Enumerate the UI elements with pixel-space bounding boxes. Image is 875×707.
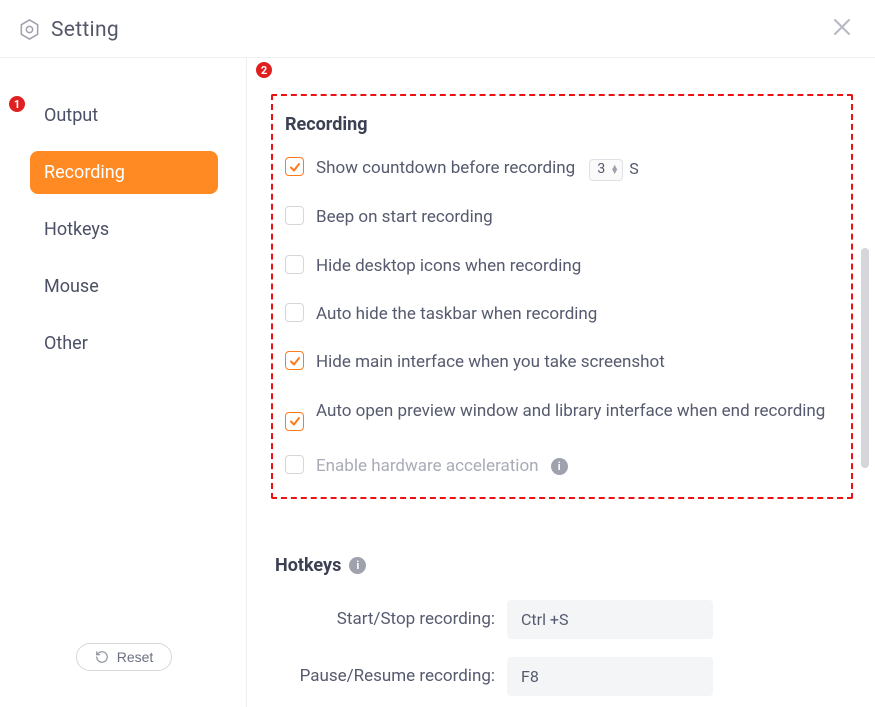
- reset-button[interactable]: Reset: [76, 643, 173, 671]
- sidebar-item-hotkeys[interactable]: Hotkeys: [30, 208, 218, 251]
- spinner-arrows: ▲ ▼: [610, 166, 619, 174]
- header-left: Setting: [18, 18, 119, 42]
- option-hw-accel-label: Enable hardware acceleration i: [316, 453, 568, 479]
- hotkey-input-start-stop[interactable]: Ctrl +S: [507, 600, 713, 639]
- close-button[interactable]: [829, 14, 855, 45]
- checkbox-hide-taskbar[interactable]: [285, 303, 304, 322]
- checkbox-beep[interactable]: [285, 206, 304, 225]
- hotkey-label-start-stop: Start/Stop recording:: [275, 609, 507, 629]
- option-countdown: Show countdown before recording 3 ▲ ▼ S: [285, 155, 839, 182]
- countdown-unit: S: [629, 157, 639, 182]
- sidebar-item-label: Mouse: [44, 276, 99, 297]
- content: Recording Show countdown before recordin…: [247, 58, 875, 707]
- option-hw-accel: Enable hardware acceleration i: [285, 453, 839, 479]
- option-hw-accel-text: Enable hardware acceleration: [316, 456, 539, 476]
- sidebar-item-recording[interactable]: Recording: [30, 151, 218, 194]
- option-hide-taskbar-label: Auto hide the taskbar when recording: [316, 301, 597, 327]
- sidebar-item-label: Other: [44, 333, 88, 354]
- checkbox-hw-accel[interactable]: [285, 455, 304, 474]
- sidebar-item-output[interactable]: Output: [30, 94, 218, 137]
- checkbox-countdown[interactable]: [285, 157, 304, 176]
- hotkey-row-pause-resume: Pause/Resume recording: F8: [275, 657, 853, 696]
- hotkey-row-start-stop: Start/Stop recording: Ctrl +S: [275, 600, 853, 639]
- option-hide-icons: Hide desktop icons when recording: [285, 253, 839, 279]
- sidebar-list: Output Recording Hotkeys Mouse Other: [30, 94, 218, 643]
- annotation-badge-2: 2: [255, 61, 273, 79]
- option-beep: Beep on start recording: [285, 204, 839, 230]
- hotkeys-title-text: Hotkeys: [275, 555, 341, 576]
- info-icon[interactable]: i: [551, 458, 568, 475]
- option-auto-preview: Auto open preview window and library int…: [285, 398, 839, 431]
- sidebar-item-label: Output: [44, 105, 98, 126]
- recording-section-highlight: Recording Show countdown before recordin…: [271, 94, 853, 499]
- body: Output Recording Hotkeys Mouse Other Res…: [0, 58, 875, 707]
- hotkey-label-pause-resume: Pause/Resume recording:: [275, 666, 507, 686]
- sidebar-item-other[interactable]: Other: [30, 322, 218, 365]
- section-title-recording: Recording: [285, 114, 839, 135]
- countdown-spinner[interactable]: 3 ▲ ▼: [589, 159, 623, 181]
- checkbox-auto-preview[interactable]: [285, 412, 304, 431]
- sidebar: Output Recording Hotkeys Mouse Other Res…: [0, 58, 247, 707]
- header: Setting: [0, 0, 875, 58]
- info-icon[interactable]: i: [349, 557, 366, 574]
- hotkey-input-pause-resume[interactable]: F8: [507, 657, 713, 696]
- option-countdown-label: Show countdown before recording 3 ▲ ▼ S: [316, 155, 639, 182]
- annotation-badge-1: 1: [8, 95, 26, 113]
- countdown-value-group: 3 ▲ ▼ S: [589, 157, 638, 182]
- option-hide-taskbar: Auto hide the taskbar when recording: [285, 301, 839, 327]
- option-hide-main-label: Hide main interface when you take screen…: [316, 349, 665, 375]
- page-title: Setting: [51, 18, 119, 42]
- option-beep-label: Beep on start recording: [316, 204, 493, 230]
- scrollbar-thumb[interactable]: [861, 248, 869, 468]
- section-title-hotkeys: Hotkeys i: [275, 555, 853, 576]
- countdown-value: 3: [597, 159, 605, 181]
- option-hide-main: Hide main interface when you take screen…: [285, 349, 839, 375]
- option-hide-icons-label: Hide desktop icons when recording: [316, 253, 581, 279]
- option-countdown-text: Show countdown before recording: [316, 158, 575, 178]
- spinner-down[interactable]: ▼: [610, 170, 619, 174]
- reset-button-label: Reset: [117, 649, 154, 665]
- sidebar-item-mouse[interactable]: Mouse: [30, 265, 218, 308]
- sidebar-item-label: Recording: [44, 162, 125, 183]
- option-auto-preview-label: Auto open preview window and library int…: [316, 398, 825, 424]
- sidebar-item-label: Hotkeys: [44, 219, 109, 240]
- gear-icon: [18, 18, 41, 41]
- checkbox-hide-icons[interactable]: [285, 255, 304, 274]
- hotkeys-section: Hotkeys i Start/Stop recording: Ctrl +S …: [271, 555, 853, 696]
- checkbox-hide-main[interactable]: [285, 351, 304, 370]
